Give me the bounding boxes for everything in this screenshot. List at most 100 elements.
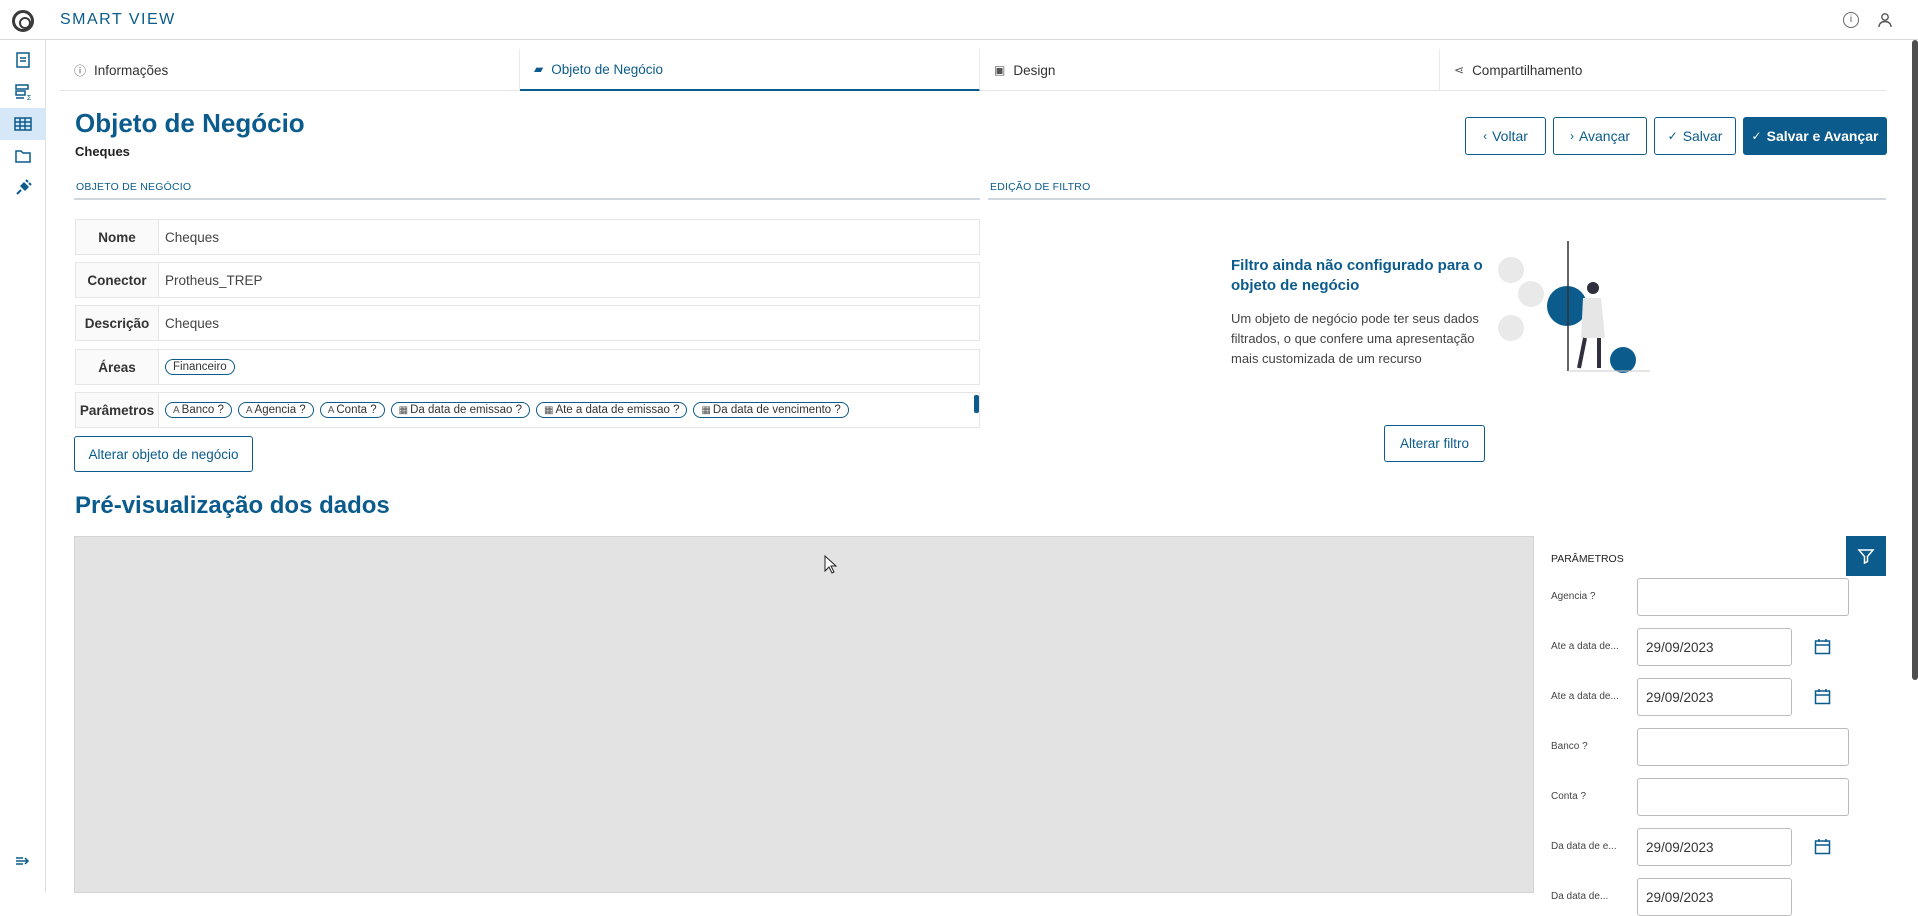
field-row-conector: Conector Protheus_TREP [75,262,980,298]
top-bar: SMART VIEW i [0,0,1918,40]
empty-filter-illustration [1498,241,1650,373]
param-date-input[interactable]: 29/09/2023 [1637,878,1792,916]
tab-label: Compartilhamento [1472,62,1583,78]
field-value: Cheques [165,315,220,331]
param-date-input[interactable]: 29/09/2023 [1637,828,1792,866]
info-icon: ⓘ [74,63,87,78]
field-value: Financeiro [159,350,979,384]
preview-area[interactable] [74,536,1534,893]
section-divider [988,198,1886,200]
sidebar-item-connectors[interactable] [0,172,46,204]
check-icon: ✓ [1667,129,1678,143]
share-icon: ⋖ [1454,63,1465,77]
chevron-right-icon: › [1569,129,1574,143]
wizard-tabs: ⓘ Informações ▰ Objeto de Negócio ▣ Desi… [60,49,1886,91]
tab-objeto-de-negocio[interactable]: ▰ Objeto de Negócio [520,49,980,91]
plug-icon [16,179,32,195]
filter-toggle-button[interactable] [1846,536,1886,576]
filter-empty-description: Um objeto de negócio pode ter seus dados… [1231,311,1479,366]
param-date-input[interactable]: 29/09/2023 [1637,628,1792,666]
mouse-cursor-icon [824,555,838,574]
param-row: Ate a data de... 29/09/2023 [1551,678,1841,716]
param-chip-list[interactable]: A Banco ? A Agencia ? A Conta ? ▦ Da data de… [159,393,979,427]
next-button[interactable]: › Avançar [1553,117,1647,155]
param-scroll-indicator[interactable] [974,395,979,413]
back-button-label: Voltar [1492,128,1528,144]
sidebar-item-lists[interactable]: Σ [0,76,46,108]
collapse-menu-icon [16,857,30,865]
param-input[interactable] [1637,778,1849,816]
text-type-icon: A [327,405,335,416]
field-row-parametros: Parâmetros A Banco ? A Agencia ? A Conta ? … [75,392,980,428]
save-and-next-button-label: Salvar e Avançar [1766,128,1879,144]
filter-empty-title: Filtro ainda não configurado para o obje… [1231,257,1483,294]
sidebar-item-folder[interactable] [0,140,46,172]
calendar-icon[interactable] [1814,688,1831,705]
save-button[interactable]: ✓ Salvar [1654,117,1736,155]
param-label: Da data de e... [1551,841,1617,852]
section-divider [74,198,980,200]
params-header: PARÂMETROS [1551,553,1624,565]
folder-icon [15,150,31,163]
sidebar-item-table[interactable] [0,108,46,140]
field-value: Cheques [165,229,220,245]
field-row-descricao: Descrição Cheques [75,305,980,341]
page-title: Objeto de Negócio [75,108,305,138]
field-label: Nome [76,220,159,254]
funnel-icon [1857,549,1875,565]
table-icon [14,117,32,131]
change-filter-button[interactable]: Alterar filtro [1384,425,1485,462]
check-icon: ✓ [1751,129,1762,143]
calendar-icon[interactable] [1814,838,1831,855]
param-chip: A Agencia ? [237,402,314,418]
tab-label: Objeto de Negócio [551,61,664,77]
page-subtitle: Cheques [75,144,130,159]
preview-title: Pré-visualização dos dados [75,492,390,519]
image-icon: ▣ [994,63,1006,77]
param-label: Ate a data de... [1551,691,1619,702]
save-and-next-button[interactable]: ✓ Salvar e Avançar [1743,117,1887,155]
param-chip: A Conta ? [319,402,385,418]
sidebar-item-documents[interactable] [0,44,46,76]
text-type-icon: A [245,405,253,416]
preview-params-panel: PARÂMETROS Agencia ? Ate a data de... 29… [1534,536,1849,916]
param-label: Banco ? [1551,741,1588,752]
collapse-menu-button[interactable] [0,845,46,877]
list-sum-icon: Σ [15,84,32,101]
field-label: Áreas [76,350,159,384]
calendar-icon: ▦ [701,405,711,416]
calendar-icon: ▦ [543,405,554,416]
param-row: Banco ? [1551,728,1849,766]
param-chip: A Banco ? [165,402,232,418]
next-button-label: Avançar [1578,128,1631,144]
filter-section-label: EDIÇÃO DE FILTRO [990,181,1091,193]
param-date-input[interactable]: 29/09/2023 [1637,678,1792,716]
param-label: Ate a data de... [1551,641,1619,652]
logo-icon[interactable] [12,10,34,32]
tab-design[interactable]: ▣ Design [980,49,1440,91]
param-label: Agencia ? [1551,591,1596,602]
chevron-left-icon: ‹ [1483,129,1488,143]
user-icon[interactable] [1877,12,1893,28]
page-scrollbar[interactable] [1912,40,1918,680]
param-input[interactable] [1637,578,1849,616]
param-input[interactable] [1637,728,1849,766]
svg-text:Σ: Σ [27,95,32,101]
sidebar: Σ [0,40,46,893]
param-row: Conta ? [1551,778,1849,816]
save-button-label: Salvar [1682,128,1723,144]
field-label: Descrição [76,306,159,340]
text-type-icon: A [173,405,180,416]
tab-compartilhamento[interactable]: ⋖ Compartilhamento [1440,49,1900,91]
info-icon[interactable]: i [1843,12,1859,28]
tab-informacoes[interactable]: ⓘ Informações [60,49,520,91]
calendar-icon[interactable] [1814,638,1831,655]
back-button[interactable]: ‹ Voltar [1465,117,1546,155]
app-title: SMART VIEW [60,11,176,28]
field-row-nome: Nome Cheques [75,219,980,255]
area-chip: Financeiro [165,359,235,375]
field-label: Parâmetros [76,393,159,427]
param-row: Ate a data de... 29/09/2023 [1551,628,1841,666]
param-chip: ▦ Da data de vencimento ? [693,402,849,418]
change-business-object-button[interactable]: Alterar objeto de negócio [74,436,253,472]
